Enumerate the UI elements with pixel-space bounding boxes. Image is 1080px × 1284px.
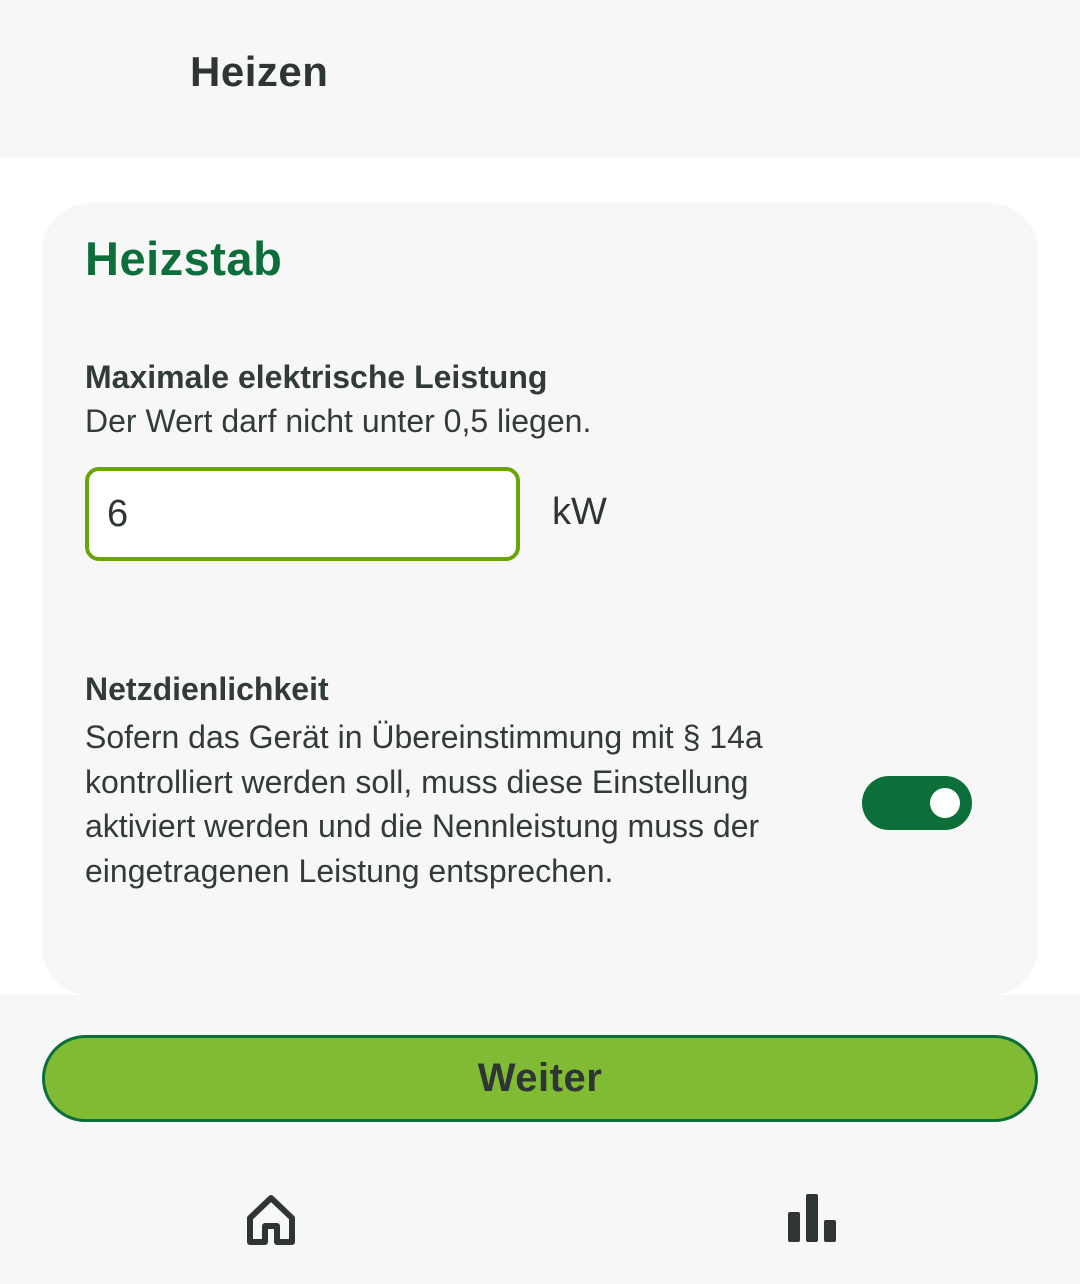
power-field-label: Maximale elektrische Leistung — [85, 359, 548, 395]
grid-toggle-description: Sofern das Gerät in Übereinstimmung mit … — [85, 719, 763, 890]
power-unit-label: kW — [552, 491, 607, 533]
bar-chart-icon[interactable] — [786, 1194, 838, 1244]
card-title: Heizstab — [85, 232, 283, 285]
power-field-hint: Der Wert darf nicht unter 0,5 liegen. — [85, 403, 592, 439]
toggle-knob — [930, 788, 960, 818]
app-header: Heizen — [0, 0, 1080, 157]
page-title: Heizen — [190, 48, 329, 95]
grid-toggle-label: Netzdienlichkeit — [85, 671, 329, 707]
power-input[interactable]: 6 — [85, 467, 520, 561]
next-button[interactable]: Weiter — [42, 1035, 1038, 1122]
grid-toggle-switch[interactable] — [862, 776, 972, 830]
heizstab-card: Heizstab Maximale elektrische Leistung D… — [42, 203, 1038, 995]
home-icon[interactable] — [244, 1192, 298, 1246]
